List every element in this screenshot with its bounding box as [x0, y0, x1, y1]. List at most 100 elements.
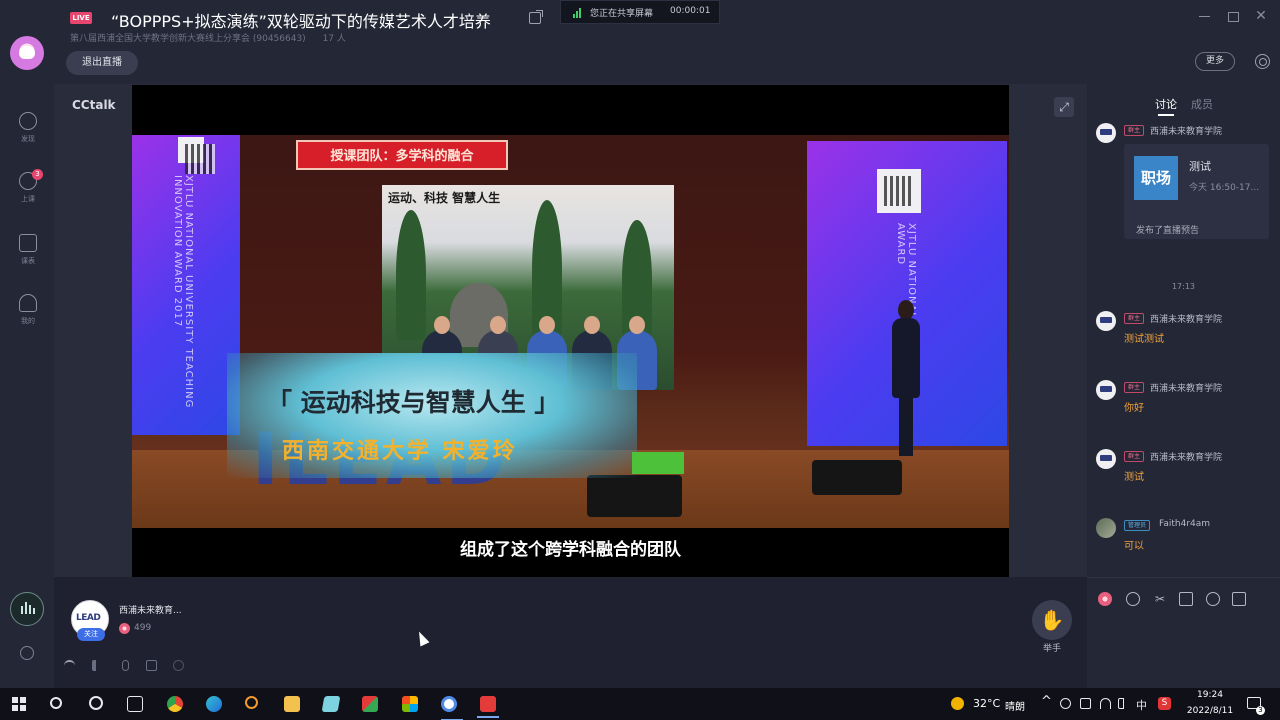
tab-members[interactable]: 成员	[1191, 96, 1213, 112]
room-name-id: 第八届西浦全国大学教学创新大赛线上分享会 (90456643)	[70, 34, 306, 44]
message-text: 你好	[1124, 403, 1144, 414]
message-author: Faith4r4am	[1159, 519, 1211, 529]
weather-sun-icon[interactable]	[951, 697, 964, 710]
maximize-icon[interactable]	[1226, 9, 1240, 23]
live-badge: LIVE	[70, 12, 92, 24]
camera-icon[interactable]	[146, 660, 157, 671]
cortana-icon[interactable]	[89, 696, 103, 710]
raise-hand-button[interactable]: ✋	[1032, 600, 1072, 640]
more-button[interactable]: 更多	[1195, 52, 1235, 71]
avatar[interactable]	[1096, 123, 1116, 143]
search-app-icon[interactable]	[245, 696, 258, 709]
record-status-icon[interactable]	[1060, 698, 1071, 709]
chrome-icon[interactable]	[167, 696, 183, 712]
flower-icon	[119, 623, 130, 634]
room-subtitle: 第八届西浦全国大学教学创新大赛线上分享会 (90456643) 17 人	[70, 31, 360, 44]
whiteboard-icon[interactable]	[1232, 592, 1246, 606]
edge-icon[interactable]	[206, 696, 222, 712]
preview-title: 测试	[1189, 160, 1211, 173]
fullscreen-expand-icon[interactable]: ⤢	[1054, 97, 1074, 117]
volume-icon[interactable]	[1118, 698, 1124, 709]
tiles-app-icon[interactable]	[402, 696, 418, 712]
gear-icon[interactable]	[1255, 54, 1270, 69]
cctalk-taskbar-icon[interactable]	[441, 696, 463, 720]
video-red-tag: 授课团队：多学科的融合	[296, 140, 508, 170]
speaker-figure	[892, 300, 920, 460]
message-text: 测试	[1124, 472, 1144, 483]
follow-button[interactable]: 关注	[77, 628, 105, 641]
windows-start-icon[interactable]	[12, 697, 26, 711]
compass-icon	[19, 112, 37, 130]
notification-badge: 3	[1256, 706, 1265, 715]
weather-condition[interactable]: 晴朗	[1005, 698, 1025, 713]
host-logo-text: LEAD	[76, 613, 101, 623]
shared-video[interactable]: XJTLU NATIONAL UNIVERSITY TEACHING INNOV…	[132, 85, 1009, 577]
projection-title: 运动、科技 智慧人生	[388, 191, 501, 205]
audio-level-button[interactable]	[10, 592, 44, 626]
stage-monitor	[812, 460, 902, 495]
clock-icon[interactable]	[1206, 592, 1220, 606]
clock-date[interactable]: 2022/8/11	[1180, 706, 1240, 716]
image-icon[interactable]	[1179, 592, 1193, 606]
role-badge: 群主	[1124, 451, 1145, 462]
avatar[interactable]	[1096, 380, 1116, 400]
nav-item-schedule[interactable]: 课表	[8, 230, 48, 270]
avatar[interactable]	[1096, 311, 1116, 331]
viewer-count: 17 人	[322, 34, 346, 44]
search-icon[interactable]	[50, 697, 62, 709]
screen-share-icon[interactable]	[173, 660, 184, 671]
nav-item-class[interactable]: 3 上课	[8, 168, 48, 208]
nav-item-discover[interactable]: 发现	[8, 108, 48, 148]
nav-label: 发现	[21, 135, 35, 143]
microphone-icon[interactable]	[122, 660, 129, 671]
share-timer: 00:00:01	[670, 6, 711, 16]
message-author: 西浦未来教育学院	[1150, 384, 1223, 394]
green-tag	[632, 452, 684, 474]
live-preview-card[interactable]: 职场 测试 今天 16:50-17... 发布了直播预告	[1124, 144, 1269, 239]
xmind-icon[interactable]	[362, 696, 378, 712]
role-badge: 群主	[1124, 125, 1145, 136]
qr-code	[178, 137, 215, 174]
weather-temperature[interactable]: 32°C	[973, 697, 1000, 710]
message-text: 可以	[1124, 541, 1144, 552]
input-method-indicator[interactable]: 中	[1136, 697, 1147, 713]
calendar-check-icon	[19, 234, 37, 252]
close-icon[interactable]: ✕	[1254, 9, 1268, 23]
tray-app-icon[interactable]	[1080, 698, 1091, 709]
qr-code	[877, 169, 921, 213]
wifi-icon[interactable]	[64, 660, 75, 671]
emoji-icon[interactable]	[1126, 592, 1140, 606]
message-text: 测试测试	[1124, 334, 1164, 345]
notes-app-icon[interactable]	[321, 696, 341, 712]
host-name: 西浦未来教育...	[119, 606, 182, 616]
external-link-icon[interactable]	[529, 10, 543, 24]
send-flower-icon[interactable]	[1098, 592, 1112, 606]
settings-icon[interactable]	[20, 646, 34, 660]
task-view-icon[interactable]	[127, 696, 143, 712]
message-author: 西浦未来教育学院	[1150, 453, 1223, 463]
tray-expand-icon[interactable]: ^	[1041, 694, 1052, 709]
video-caption: 组成了这个跨学科融合的团队	[460, 540, 681, 560]
cctalk-app-logo[interactable]	[10, 36, 44, 70]
role-badge: 群主	[1124, 313, 1145, 324]
avatar[interactable]	[1096, 518, 1116, 538]
title-bar: LIVE “BOPPPS+拟态演练”双轮驱动下的传媒艺术人才培养 第八届西浦全国…	[0, 0, 1280, 84]
scissors-icon[interactable]: ✂	[1153, 592, 1167, 606]
nav-item-mine[interactable]: 我的	[8, 290, 48, 330]
tray-wifi-icon[interactable]	[1100, 698, 1111, 709]
overlay-subtitle: 西南交通大学 宋爱玲	[282, 439, 518, 464]
minimize-icon[interactable]	[1198, 9, 1212, 23]
video-scene: XJTLU NATIONAL UNIVERSITY TEACHING INNOV…	[132, 135, 1009, 530]
sogou-ime-icon[interactable]: S	[1158, 697, 1171, 710]
tab-discussion[interactable]: 讨论	[1155, 96, 1177, 116]
stage-monitor	[587, 475, 682, 517]
speaker-icon[interactable]	[92, 660, 103, 671]
screen-recorder-icon[interactable]	[477, 696, 499, 718]
exit-live-button[interactable]: 退出直播	[66, 51, 138, 75]
file-explorer-icon[interactable]	[284, 696, 300, 712]
clock-time[interactable]: 19:24	[1180, 690, 1240, 700]
bottom-bar	[54, 577, 1087, 688]
nav-label: 上课	[21, 195, 35, 203]
chat-toolbar: ✂	[1087, 577, 1280, 688]
avatar[interactable]	[1096, 449, 1116, 469]
